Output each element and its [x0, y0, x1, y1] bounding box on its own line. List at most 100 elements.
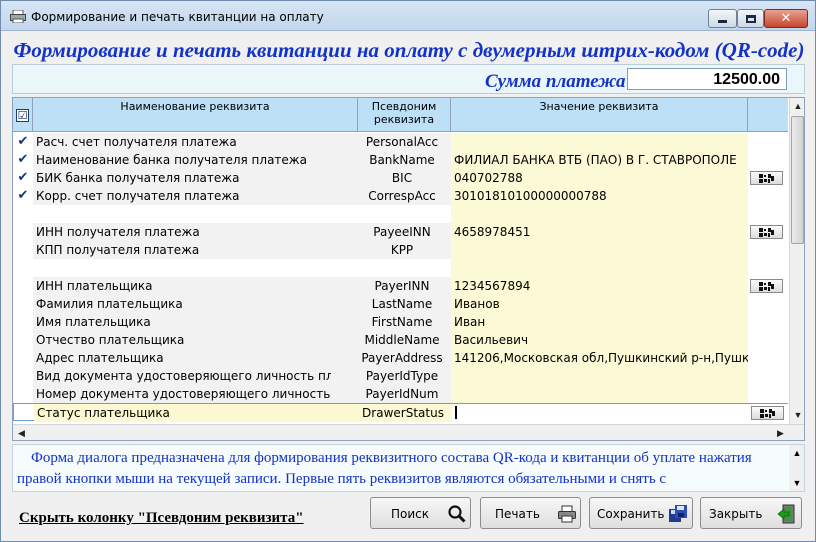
row-alias: PersonalAcc [331, 133, 451, 151]
table-row[interactable]: Вид документа удостоверяющего личность п… [13, 367, 788, 385]
row-check[interactable] [14, 404, 34, 422]
row-value-field[interactable]: 30101810100000000788 [451, 187, 748, 205]
row-name: Фамилия плательщика [33, 295, 331, 313]
table-row[interactable]: КПП получателя платежа KPP [13, 241, 788, 259]
row-value-field[interactable]: ФИЛИАЛ БАНКА ВТБ (ПАО) В Г. СТАВРОПОЛЕ [451, 151, 748, 169]
qr-code-icon [759, 173, 774, 183]
row-action-cell [748, 331, 788, 349]
row-value: Васильевич [454, 333, 529, 347]
qr-lookup-button[interactable] [750, 225, 783, 239]
scroll-left-arrow[interactable]: ◀ [13, 425, 30, 440]
table-row[interactable]: Имя плательщика FirstName Иван [13, 313, 788, 331]
row-value-field[interactable] [451, 205, 748, 223]
description-text: Форма диалога предназначена для формиров… [17, 450, 752, 487]
table-row[interactable]: Адрес плательщика PayerAddress 141206,Моск… [13, 349, 788, 367]
row-action-cell [748, 241, 788, 259]
row-action-cell [748, 223, 788, 241]
scroll-down-arrow[interactable]: ▼ [790, 407, 804, 424]
row-value-field[interactable] [452, 404, 749, 422]
column-header-name[interactable]: Наименование реквизита [33, 98, 358, 132]
row-value-field[interactable]: Иван [451, 313, 748, 331]
row-check[interactable] [13, 313, 33, 331]
row-check[interactable] [13, 205, 33, 223]
row-value-field[interactable]: 141206,Московская обл,Пушкинский р-н,Пуш… [451, 349, 748, 367]
table-row[interactable]: ✔ Наименование банка получателя платежа Ba… [13, 151, 788, 169]
table-row[interactable]: Отчество плательщика MiddleName Васильевич [13, 331, 788, 349]
row-alias: PayerINN [331, 277, 451, 295]
table-row[interactable]: ИНН плательщика PayerINN 1234567894 [13, 277, 788, 295]
table-row[interactable]: ✔ БИК банка получателя платежа BIC 04070278… [13, 169, 788, 187]
table-row[interactable]: Фамилия плательщика LastName Иванов [13, 295, 788, 313]
sum-label: Сумма платежа [485, 71, 626, 92]
row-value-field[interactable] [451, 385, 748, 403]
row-value-field[interactable]: Васильевич [451, 331, 748, 349]
row-check[interactable] [13, 349, 33, 367]
column-header-value[interactable]: Значение реквизита [451, 98, 748, 132]
close-window-button[interactable]: ✕ [764, 9, 808, 28]
row-value: Иван [454, 315, 486, 329]
grid-vertical-scrollbar[interactable]: ▲ ▼ [789, 98, 804, 424]
column-header-alias[interactable]: Псевдоним реквизита [358, 98, 451, 132]
row-check[interactable] [13, 331, 33, 349]
description-scroll-down[interactable]: ▼ [789, 475, 804, 491]
row-check[interactable]: ✔ [13, 151, 33, 169]
row-check[interactable] [13, 367, 33, 385]
row-check[interactable] [13, 295, 33, 313]
table-row[interactable] [13, 205, 788, 223]
minimize-icon [718, 20, 727, 23]
table-row[interactable]: ✔ Расч. счет получателя платежа PersonalAc… [13, 133, 788, 151]
grid-horizontal-scrollbar[interactable]: ◀ ▶ [13, 424, 804, 440]
row-value-field[interactable] [451, 259, 748, 277]
row-check[interactable]: ✔ [13, 133, 33, 151]
row-check[interactable] [13, 259, 33, 277]
row-alias: MiddleName [331, 331, 451, 349]
row-name: Наименование банка получателя платежа [33, 151, 331, 169]
select-all-checkbox[interactable]: ☑ [16, 109, 29, 122]
print-button[interactable]: Печать [480, 497, 581, 529]
qr-lookup-button[interactable] [750, 171, 783, 185]
search-button[interactable]: Поиск [370, 497, 471, 529]
row-action-cell [749, 404, 789, 422]
qr-lookup-button[interactable] [750, 279, 783, 293]
row-action-cell [748, 295, 788, 313]
table-row[interactable]: Статус плательщика DrawerStatus [13, 403, 789, 422]
qr-lookup-button[interactable] [751, 406, 784, 420]
save-icon [669, 505, 687, 522]
row-alias: PayerIdNum [331, 385, 451, 403]
row-value: 141206,Московская обл,Пушкинский р-н,Пуш… [454, 351, 748, 365]
table-row[interactable]: Номер документа удостоверяющего личность… [13, 385, 788, 403]
save-button[interactable]: Сохранить [589, 497, 693, 529]
sum-input[interactable]: 12500.00 [627, 68, 787, 90]
row-value-field[interactable] [451, 133, 748, 151]
description-scrollbar[interactable]: ▲ ▼ [789, 445, 804, 491]
close-button[interactable]: Закрыть [700, 497, 802, 529]
text-caret [455, 406, 457, 419]
row-value-field[interactable]: 1234567894 [451, 277, 748, 295]
scroll-right-arrow[interactable]: ▶ [772, 425, 789, 440]
row-alias: BIC [331, 169, 451, 187]
table-row[interactable]: ИНН получателя платежа PayeeINN 4658978451 [13, 223, 788, 241]
search-icon [448, 505, 466, 523]
description-scroll-up[interactable]: ▲ [789, 445, 804, 461]
row-value-field[interactable]: 040702788 [451, 169, 748, 187]
row-check[interactable] [13, 223, 33, 241]
hide-alias-column-link[interactable]: Скрыть колонку "Псевдоним реквизита" [19, 510, 304, 527]
row-check[interactable] [13, 385, 33, 403]
row-value-field[interactable] [451, 241, 748, 259]
row-name: ИНН получателя платежа [33, 223, 331, 241]
row-value-field[interactable]: Иванов [451, 295, 748, 313]
row-check[interactable]: ✔ [13, 169, 33, 187]
table-row[interactable] [13, 259, 788, 277]
row-check[interactable] [13, 277, 33, 295]
minimize-button[interactable] [708, 9, 737, 28]
row-value: Иванов [454, 297, 500, 311]
scroll-up-arrow[interactable]: ▲ [790, 98, 804, 115]
table-row[interactable]: ✔ Корр. счет получателя платежа CorrespAcc… [13, 187, 788, 205]
row-action-cell [748, 133, 788, 151]
row-value-field[interactable] [451, 367, 748, 385]
row-check[interactable] [13, 241, 33, 259]
row-value-field[interactable]: 4658978451 [451, 223, 748, 241]
scroll-thumb[interactable] [791, 116, 804, 244]
row-check[interactable]: ✔ [13, 187, 33, 205]
maximize-button[interactable] [737, 9, 764, 28]
